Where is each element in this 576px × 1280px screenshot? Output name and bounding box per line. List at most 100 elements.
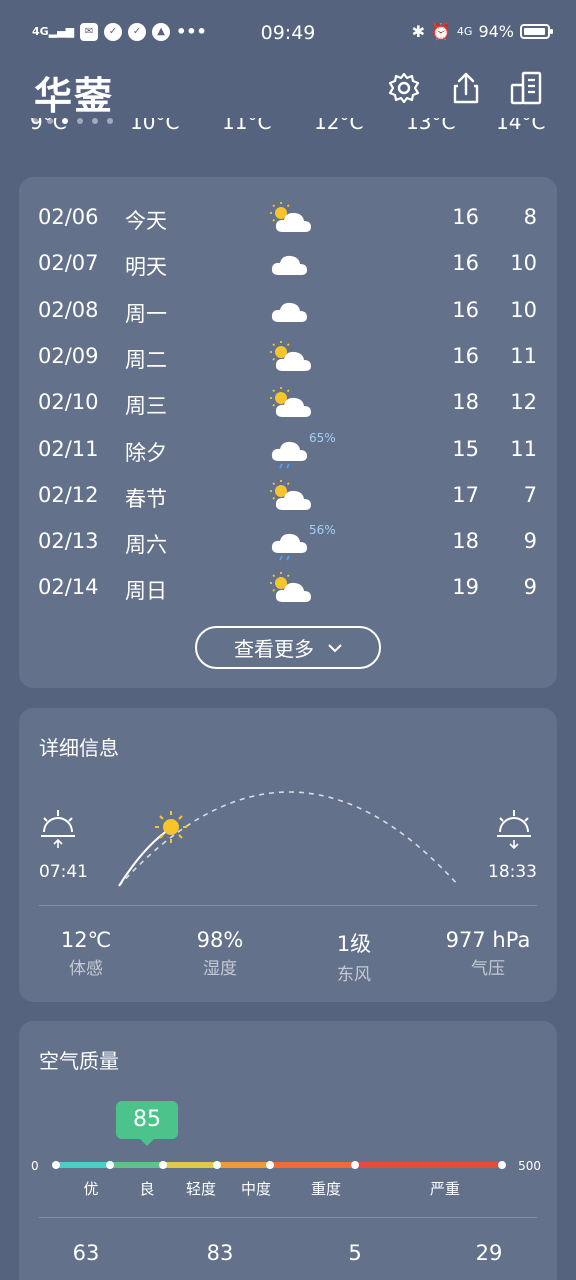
forecast-day: 明天 (125, 255, 167, 280)
forecast-date: 02/06 (38, 205, 99, 229)
aqi-level-label: 良 (139, 1180, 155, 1198)
page-indicator (32, 118, 113, 124)
pollutant-value: 29 (475, 1241, 503, 1265)
forecast-row[interactable]: 02/09 周二 16 11 (19, 338, 557, 378)
forecast-high: 16 (452, 343, 479, 368)
aqi-scale-tick (159, 1161, 168, 1169)
forecast-low: 7 (523, 482, 537, 507)
partly-cloudy-icon (267, 569, 311, 605)
forecast-day: 春节 (125, 486, 167, 511)
forecast-date: 02/09 (38, 343, 99, 368)
air-quality-card[interactable]: 空气质量 85 0 500 优 良 轻度 中度 重度 严重 63 83 5 29 (19, 1021, 557, 1280)
aqi-level-label: 优 (83, 1180, 99, 1198)
forecast-high: 16 (452, 297, 479, 322)
city-manage-button[interactable] (506, 68, 546, 108)
forecast-high: 15 (452, 436, 479, 461)
aqi-scale-segment (216, 1162, 271, 1168)
metric-label: 湿度 (203, 959, 237, 979)
metric-label: 东风 (337, 965, 371, 985)
sunrise-icon (41, 810, 75, 848)
share-button[interactable] (446, 68, 486, 108)
forecast-low: 12 (510, 390, 537, 415)
partly-cloudy-icon (267, 477, 311, 513)
forecast-day: 周三 (125, 394, 167, 419)
forecast-row[interactable]: 02/12 春节 17 7 (19, 477, 557, 517)
partly-cloudy-icon (267, 338, 311, 374)
aqi-scale-segment (109, 1162, 164, 1168)
forecast-row[interactable]: 02/11 除夕 65% 15 11 (19, 431, 557, 471)
forecast-high: 19 (452, 575, 479, 600)
partly-cloudy-icon (267, 384, 311, 420)
forecast-row[interactable]: 02/10 周三 18 12 (19, 384, 557, 424)
forecast-row[interactable]: 02/14 周日 19 9 (19, 569, 557, 609)
forecast-date: 02/12 (38, 482, 99, 507)
sun-arc-chart (41, 791, 531, 887)
aqi-value-badge: 85 (116, 1101, 178, 1146)
metric-value: 1级 (336, 932, 372, 956)
aqi-scale-bar (56, 1162, 502, 1168)
sunset-icon (497, 810, 531, 850)
aqi-scale-segment (56, 1162, 110, 1168)
rain-icon (267, 523, 311, 561)
page-dot (92, 118, 98, 124)
forecast-row[interactable]: 02/06 今天 16 8 (19, 199, 557, 239)
daily-forecast-card: 02/06 今天 16 8 02/07 明天 16 10 02/08 周一 16 10 02/09 周二 1… (19, 177, 557, 688)
metric-value: 12℃ (60, 928, 112, 952)
page-dot (47, 118, 53, 124)
forecast-date: 02/11 (38, 436, 99, 461)
sunset-time: 18:33 (488, 862, 537, 882)
city-name[interactable]: 华蓥 (34, 65, 114, 120)
divider (39, 1217, 537, 1218)
forecast-date: 02/08 (38, 297, 99, 322)
network-type-right: 4G (456, 25, 473, 38)
pollutant-value: 83 (206, 1241, 234, 1265)
metric-item: 98% 湿度 (153, 928, 287, 979)
aqi-level-label: 严重 (429, 1180, 460, 1198)
cloudy-icon (267, 292, 311, 328)
view-more-button[interactable]: 查看更多 (195, 626, 381, 669)
details-card: 详细信息 07:41 18:33 12℃ 体感 98% 湿度 1级 东风 977… (19, 708, 557, 1002)
aqi-scale-segment (163, 1162, 217, 1168)
chevron-down-icon (328, 643, 342, 652)
metric-label: 气压 (471, 959, 505, 979)
forecast-low: 9 (523, 529, 537, 554)
aqi-title: 空气质量 (39, 1049, 119, 1073)
metric-item: 12℃ 体感 (19, 928, 153, 979)
cloudy-icon (267, 245, 311, 281)
page-dot (77, 118, 83, 124)
forecast-high: 18 (452, 390, 479, 415)
hourly-temp: 13°C (406, 118, 456, 134)
aqi-scale-segment (354, 1162, 502, 1168)
partly-cloudy-icon (267, 199, 311, 235)
hourly-temp: 14°C (496, 118, 546, 134)
precipitation-probability: 56% (309, 523, 336, 538)
forecast-day: 周日 (125, 579, 167, 604)
aqi-level-label: 重度 (310, 1180, 341, 1198)
share-icon (453, 72, 479, 104)
forecast-day: 今天 (125, 209, 167, 233)
status-bar: 4G▂▄▆ ✉ ✓ ✓ ▲ ••• 09:49 ✱ ⏰ 4G 94% (0, 0, 576, 66)
forecast-day: 周六 (125, 533, 167, 558)
forecast-date: 02/13 (38, 529, 99, 554)
forecast-low: 8 (523, 205, 537, 229)
rain-icon (267, 431, 311, 468)
battery-icon (520, 24, 553, 39)
forecast-low: 10 (510, 297, 537, 322)
forecast-row[interactable]: 02/13 周六 56% 18 9 (19, 523, 557, 563)
hourly-temp: 12°C (314, 118, 364, 134)
aqi-scale-segment (270, 1162, 355, 1168)
forecast-date: 02/07 (38, 251, 99, 276)
forecast-row[interactable]: 02/08 周一 16 10 (19, 292, 557, 332)
bluetooth-icon: ✱ (411, 22, 425, 41)
gear-icon (388, 72, 420, 104)
metric-value: 977 hPa (445, 928, 531, 952)
hourly-temp: 11°C (222, 118, 272, 134)
aqi-scale-tick (52, 1161, 60, 1169)
forecast-high: 18 (452, 529, 479, 554)
forecast-row[interactable]: 02/07 明天 16 10 (19, 245, 557, 285)
metric-item: 1级东风 (287, 928, 421, 985)
sunrise-time: 07:41 (39, 862, 88, 882)
metric-value: 98% (196, 928, 244, 952)
settings-button[interactable] (384, 68, 424, 108)
hourly-temp: 10°C (130, 118, 180, 134)
